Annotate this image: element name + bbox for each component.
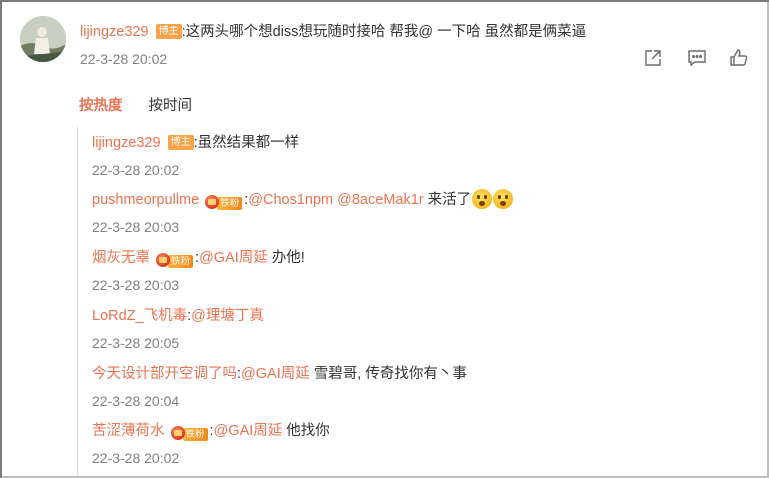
- blogger-badge: 博主: [167, 135, 194, 150]
- sort-tabs: 按热度 按时间: [79, 94, 214, 115]
- post-header: lijingze329 博主:这两头哪个想diss想玩随时接哈 帮我@ 一下哈 …: [80, 20, 586, 41]
- crown-icon: [156, 253, 171, 267]
- post-text: :这两头哪个想diss想玩随时接哈 帮我@ 一下哈 虽然都是俩菜逼: [181, 24, 587, 40]
- reply-mention[interactable]: @GAI周延: [199, 250, 268, 266]
- fan-badge: 铁粉: [205, 195, 243, 211]
- fan-label: 铁粉: [217, 197, 243, 210]
- reply-item: lijingze329 博主:虽然结果都一样: [92, 131, 299, 152]
- blogger-badge: 博主: [155, 24, 182, 39]
- reply-time: 22-3-28 20:02: [92, 450, 180, 466]
- like-icon[interactable]: [729, 48, 749, 68]
- post-username[interactable]: lijingze329: [80, 24, 149, 40]
- reply-mention[interactable]: @Chos1npm @8aceMak1r: [248, 192, 423, 208]
- reply-text: 雪碧哥, 传奇找你有丶事: [309, 366, 467, 382]
- fan-label: 铁粉: [168, 255, 194, 268]
- reply-item: pushmeorpullme 铁粉:@Chos1npm @8aceMak1r 来…: [92, 188, 514, 211]
- reply-item: 今天设计部开空调了吗:@GAI周延 雪碧哥, 传奇找你有丶事: [92, 362, 467, 383]
- reply-item: LoRdZ_飞机毒:@理塘丁真: [92, 304, 264, 325]
- reply-time: 22-3-28 20:03: [92, 219, 180, 235]
- surprised-emoji-icon: [472, 189, 493, 209]
- reply-time: 22-3-28 20:05: [92, 335, 180, 351]
- reply-username[interactable]: pushmeorpullme: [92, 192, 199, 208]
- reply-mention[interactable]: @GAI周延: [241, 366, 310, 382]
- crown-icon: [170, 426, 185, 440]
- share-icon[interactable]: [643, 48, 663, 68]
- reply-mention[interactable]: @理塘丁真: [191, 308, 264, 324]
- fan-label: 铁粉: [182, 428, 208, 441]
- comment-icon[interactable]: [687, 48, 707, 68]
- reply-time: 22-3-28 20:02: [92, 162, 180, 178]
- surprised-emoji-icon: [493, 189, 514, 209]
- reply-time: 22-3-28 20:03: [92, 277, 180, 293]
- reply-item: 烟灰无辜 铁粉:@GAI周延 办他!: [92, 246, 305, 269]
- reply-text: 来活了: [423, 192, 472, 208]
- post-time: 22-3-28 20:02: [80, 51, 168, 67]
- fan-badge: 铁粉: [156, 253, 194, 269]
- tab-by-popularity[interactable]: 按热度: [79, 94, 123, 115]
- reply-text: :虽然结果都一样: [193, 135, 300, 151]
- reply-username[interactable]: 烟灰无辜: [92, 250, 150, 266]
- reply-text: 办他!: [267, 250, 305, 266]
- reply-text: 他找你: [282, 423, 330, 439]
- reply-list: lijingze329 博主:虽然结果都一样 22-3-28 20:02 pus…: [77, 127, 758, 477]
- reply-username[interactable]: LoRdZ_飞机毒: [92, 308, 187, 324]
- reply-mention[interactable]: @GAI周延: [214, 423, 283, 439]
- reply-item: 苦涩薄荷水 铁粉:@GAI周延 他找你: [92, 419, 330, 442]
- reply-username[interactable]: 今天设计部开空调了吗: [92, 366, 237, 382]
- fan-badge: 铁粉: [170, 426, 208, 442]
- reply-username[interactable]: lijingze329: [92, 135, 161, 151]
- reply-username[interactable]: 苦涩薄荷水: [92, 423, 165, 439]
- reply-time: 22-3-28 20:04: [92, 393, 180, 409]
- avatar[interactable]: [20, 16, 66, 62]
- tab-by-time[interactable]: 按时间: [149, 94, 193, 115]
